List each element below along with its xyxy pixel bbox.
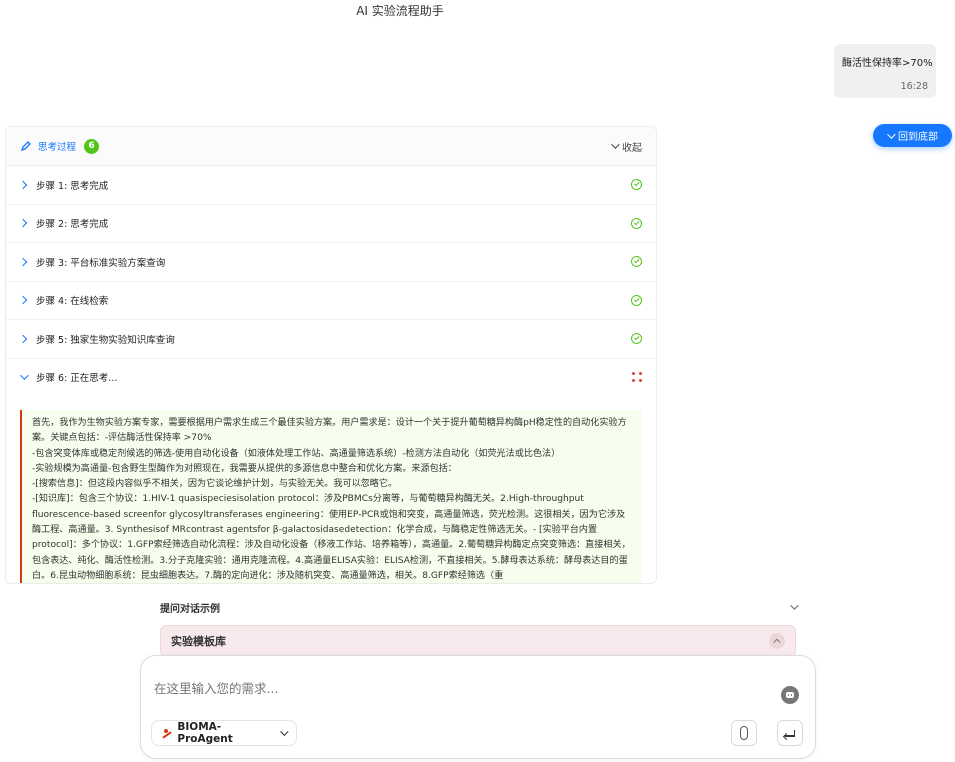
step-item-1[interactable]: 步骤 1: 思考完成: [6, 166, 656, 205]
user-message-text: 酶活性保持率>70%: [842, 58, 933, 69]
thinking-count-badge: 6: [84, 138, 100, 154]
check-circle-icon: [631, 217, 642, 229]
chevron-down-icon: [280, 727, 289, 736]
collapse-button[interactable]: 收起: [611, 139, 642, 154]
chevron-right-icon: [18, 180, 28, 189]
check-circle-icon: [631, 333, 642, 345]
step-item-5[interactable]: 步骤 5: 独家生物实验知识库查询: [6, 320, 656, 359]
model-logo-icon: [162, 728, 171, 738]
attach-button[interactable]: [731, 720, 757, 746]
chevron-right-icon: [18, 257, 28, 266]
scroll-to-bottom-label: 回到底部: [898, 132, 938, 143]
collapse-up-button[interactable]: [769, 633, 785, 649]
thought-line: -实验规模为高通量-包含野生型酶作为对照现在，我需要从提供的多源信息中整合和优化…: [32, 463, 457, 474]
step-label: 步骤 6: 正在思考...: [36, 373, 118, 385]
step-item-2[interactable]: 步骤 2: 思考完成: [6, 205, 656, 243]
chevron-down-icon: [790, 601, 799, 610]
enter-icon: [782, 729, 795, 740]
chevron-down-icon: [611, 140, 620, 149]
send-button[interactable]: [777, 720, 803, 746]
template-library-label: 实验模板库: [171, 635, 226, 648]
scroll-to-bottom-button[interactable]: 回到底部: [873, 124, 952, 147]
user-message-time: 16:28: [900, 81, 928, 92]
thought-line: -[搜索信息]：但这段内容似乎不相关，因为它谈论维护计划，与实验无关。我可以忽略…: [32, 479, 398, 490]
step-item-3[interactable]: 步骤 3: 平台标准实验方案查询: [6, 243, 656, 282]
check-circle-icon: [631, 256, 642, 268]
user-message-bubble: 酶活性保持率>70% 16:28: [834, 44, 936, 98]
thinking-title: 思考过程: [38, 142, 77, 153]
thought-line: 首先，我作为生物实验方案专家，需要根据用户需求生成三个最佳实验方案。用户需求是：…: [32, 418, 627, 444]
model-selector-label: BIOMA-ProAgent: [177, 721, 233, 745]
paperclip-icon: [740, 726, 748, 740]
thinking-panel: 思考过程 6 收起 步骤 1: 思考完成 步骤 2: 思考完成 步骤 3: 平台…: [5, 126, 657, 584]
chat-input[interactable]: [152, 680, 756, 697]
check-circle-icon: [631, 294, 642, 306]
step-label: 步骤 1: 思考完成: [36, 180, 109, 192]
step-label: 步骤 3: 平台标准实验方案查询: [36, 257, 166, 269]
step-label: 步骤 2: 思考完成: [36, 219, 109, 231]
thought-line: -[知识库]：包含三个协议：1.HIV-1 quasispeciesisolat…: [32, 494, 631, 581]
check-circle-icon: [631, 179, 642, 191]
robot-icon[interactable]: [781, 686, 799, 704]
chevron-right-icon: [18, 296, 28, 305]
step-label: 步骤 5: 独家生物实验知识库查询: [36, 334, 175, 346]
chat-input-area: BIOMA-ProAgent: [140, 655, 816, 759]
collapse-label: 收起: [622, 142, 642, 154]
chevron-right-icon: [18, 334, 28, 343]
template-library-bar[interactable]: 实验模板库: [160, 625, 796, 657]
step-item-6[interactable]: 步骤 6: 正在思考...: [6, 359, 656, 397]
thinking-header: 思考过程 6 收起: [6, 127, 656, 166]
thought-content: 首先，我作为生物实验方案专家，需要根据用户需求生成三个最佳实验方案。用户需求是：…: [20, 410, 642, 583]
chevron-right-icon: [18, 219, 28, 228]
step-item-4[interactable]: 步骤 4: 在线检索: [6, 282, 656, 320]
examples-toggle[interactable]: 提问对话示例: [160, 598, 800, 616]
pen-icon: [20, 141, 31, 152]
examples-label: 提问对话示例: [160, 603, 220, 615]
model-selector[interactable]: BIOMA-ProAgent: [151, 720, 297, 746]
chevron-down-icon: [20, 371, 29, 381]
loading-icon: [632, 372, 642, 383]
chevron-down-icon: [887, 129, 896, 139]
app-title: AI 实验流程助手: [356, 4, 444, 18]
step-label: 步骤 4: 在线检索: [36, 296, 109, 308]
thought-line: -包含突变体库或稳定剂候选的筛选-使用自动化设备（如液体处理工作站、高通量筛选系…: [32, 448, 561, 459]
chevron-up-icon: [772, 638, 780, 646]
